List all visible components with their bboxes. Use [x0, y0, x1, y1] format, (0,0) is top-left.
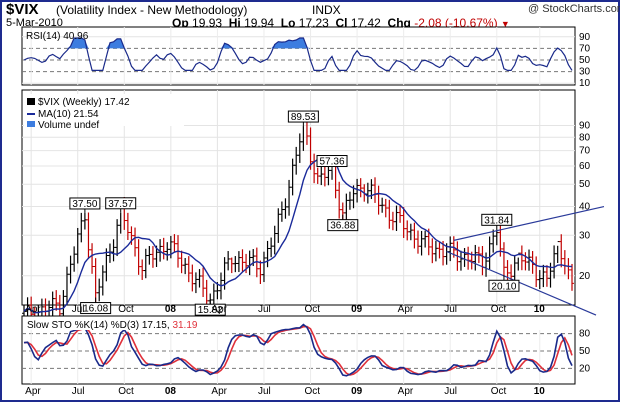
price-x-axis-label-5: Jul	[258, 304, 271, 315]
rsi-legend: RSI(14) 40.96	[26, 31, 89, 42]
price-x-axis-label-1: Jul	[72, 304, 85, 315]
stochastic-x-axis-label-11: 10	[534, 386, 546, 397]
rsi-tick-50: 50	[579, 55, 591, 66]
price-x-axis-label-10: Oct	[491, 304, 507, 315]
price-tick-20: 20	[579, 271, 591, 282]
callout-label-7: 31.84	[484, 215, 509, 226]
legend-price: $VIX (Weekly) 17.42	[38, 97, 130, 108]
price-scale: 9080 70 60 50 40 30 20	[579, 121, 591, 282]
stochastic-x-axis-label-1: Jul	[72, 386, 85, 397]
callout-label-2: 37.57	[108, 199, 133, 210]
stochastic-x-axis-label-6: Oct	[305, 386, 321, 397]
stochastic-x-axis-label-7: 09	[351, 386, 363, 397]
legend-swatch-price	[27, 98, 35, 105]
price-tick-60: 60	[579, 161, 591, 172]
callout-label-5: 57.36	[320, 157, 345, 168]
price-x-axis-label-7: 09	[351, 304, 363, 315]
stochastic-x-axis-label-2: Oct	[118, 386, 134, 397]
stochastic-panel: Slow STO %K(14) %D(3) 17.15, 31.19 80 50 2…	[21, 315, 591, 385]
price-tick-40: 40	[579, 202, 591, 213]
stochastic-x-axis-label-4: Apr	[211, 386, 227, 397]
stochastic-legend: Slow STO %K(14) %D(3) 17.15, 31.19	[27, 320, 198, 331]
stochastic-x-axis-label-5: Jul	[258, 386, 271, 397]
stochastic-tick-20: 20	[579, 363, 591, 374]
chart-stage: $VIX (Volatility Index - New Methodology…	[0, 0, 620, 402]
legend-ma: MA(10) 21.54	[38, 109, 99, 120]
legend-volume: Volume undef	[38, 120, 99, 131]
rsi-panel: RSI(14) 40.96 9070503010	[21, 26, 591, 89]
price-x-axis-label-4: Apr	[211, 304, 227, 315]
stochastic-legend-d-value: 31.19	[172, 320, 197, 331]
stochastic-legend-prefix: Slow STO %K(14) %D(3) 17.15,	[27, 320, 170, 331]
price-tick-70: 70	[579, 146, 591, 157]
price-panel: 37.5016.0837.5715.8289.5357.3636.88 31.84…	[21, 89, 605, 330]
rsi-tick-10: 10	[579, 78, 591, 89]
rsi-tick-90: 90	[579, 32, 591, 43]
stochastic-x-axis-label-8: Apr	[398, 386, 414, 397]
price-x-axis-label-0: Apr	[25, 304, 41, 315]
price-legend: $VIX (Weekly) 17.42 MA(10) 21.54 Volume …	[24, 94, 184, 131]
price-tick-80: 80	[579, 132, 591, 143]
callout-label-4: 89.53	[291, 112, 316, 123]
price-x-axis-label-9: Jul	[444, 304, 457, 315]
price-x-axis-label-11: 10	[534, 304, 546, 315]
price-x-axis-label-6: Oct	[305, 304, 321, 315]
callout-label-6: 36.88	[330, 221, 355, 232]
price-tick-50: 50	[579, 179, 591, 190]
rsi-tick-30: 30	[579, 67, 591, 78]
legend-swatch-volume	[27, 121, 35, 127]
price-x-axis-label-3: 08	[165, 304, 177, 315]
stochastic-scale: 80 50 20	[579, 329, 591, 375]
rsi-tick-70: 70	[579, 43, 591, 54]
stochastic-x-axis-label-10: Oct	[491, 386, 507, 397]
stochastic-tick-80: 80	[579, 329, 591, 340]
stochastic-x-axis-label-3: 08	[165, 386, 177, 397]
price-x-axis-label-8: Apr	[398, 304, 414, 315]
stochastic-x-axis-label-9: Jul	[444, 386, 457, 397]
price-tick-90: 90	[579, 121, 591, 132]
stochastic-x-axis-label-0: Apr	[25, 386, 41, 397]
price-tick-30: 30	[579, 230, 591, 241]
stochastic-tick-50: 50	[579, 346, 591, 357]
chart-canvas: RSI(14) 40.96 9070503010 37.5016.0837.57…	[21, 26, 605, 397]
price-x-axis-label-2: Oct	[118, 304, 134, 315]
rsi-scale: 9070503010	[579, 32, 591, 89]
callout-label-0: 37.50	[72, 199, 97, 210]
callout-label-8: 20.10	[491, 281, 516, 292]
callout-label-1: 16.08	[83, 304, 108, 315]
